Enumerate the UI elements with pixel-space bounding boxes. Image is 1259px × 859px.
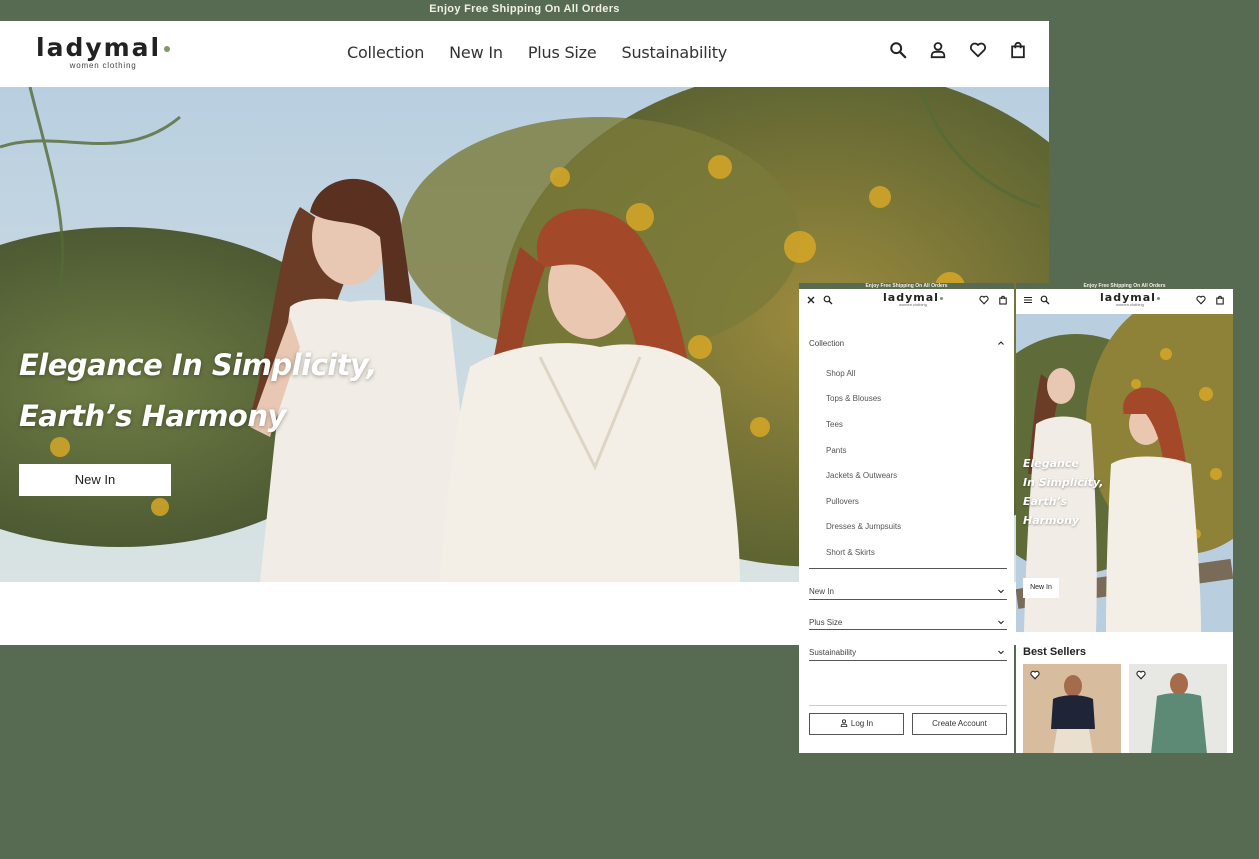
wishlist-heart-icon[interactable] [1030,670,1040,680]
hero-title-line-1: Elegance In Simplicity, [19,348,377,382]
menu-section-collection[interactable]: Collection [809,339,1007,348]
bag-icon[interactable] [1215,295,1225,305]
mobile-header: ladymal women clothing [1016,289,1233,313]
wishlist-heart-icon[interactable] [1136,670,1146,680]
menu-item-pants[interactable]: Pants [826,446,846,455]
mobile-hero-line-3: Earth’s [1023,495,1068,508]
site-header: ladymal women clothing Collection New In… [0,21,1049,87]
nav-plus-size[interactable]: Plus Size [528,43,597,62]
divider [809,629,1007,630]
log-in-label: Log In [850,719,874,728]
mobile-home-mockup: Enjoy Free Shipping On All Orders ladyma… [1016,283,1233,753]
divider [809,599,1007,600]
heart-icon[interactable] [1196,295,1206,305]
mobile-brand-logo[interactable]: ladymal women clothing [883,292,943,307]
heart-icon[interactable] [969,41,987,59]
bag-icon[interactable] [1009,41,1027,59]
logo-dot [939,296,943,300]
mobile-hero-line-2: In Simplicity, [1023,476,1104,489]
chevron-down-icon [997,587,1005,595]
mobile-header: ladymal women clothing [799,289,1014,313]
nav-new-in[interactable]: New In [449,43,503,62]
menu-section-label: Plus Size [809,618,843,627]
account-icon[interactable] [929,41,947,59]
menu-item-short-skirts[interactable]: Short & Skirts [826,548,875,557]
heart-icon[interactable] [979,295,989,305]
search-icon[interactable] [1040,295,1050,305]
account-icon [840,715,848,727]
menu-section-plus-size[interactable]: Plus Size [809,618,1007,627]
menu-item-tops-blouses[interactable]: Tops & Blouses [826,394,881,403]
menu-section-sustainability[interactable]: Sustainability [809,648,1007,657]
brand-tagline: women clothing [69,61,137,70]
product-card[interactable] [1129,664,1227,753]
chevron-down-icon [997,618,1005,626]
best-sellers-heading: Best Sellers [1023,646,1086,658]
menu-item-dresses-jumpsuits[interactable]: Dresses & Jumpsuits [826,522,901,531]
mobile-new-in-button[interactable]: New In [1023,578,1059,598]
new-in-button[interactable]: New In [19,464,171,496]
brand-name: ladymal [36,33,162,62]
mobile-menu-mockup: Enjoy Free Shipping On All Orders ladyma… [799,283,1014,753]
chevron-up-icon [997,339,1005,347]
log-in-button[interactable]: Log In [809,713,904,735]
close-icon[interactable] [806,295,816,305]
logo-dot [1156,296,1160,300]
announcement-bar: Enjoy Free Shipping On All Orders [0,0,1049,21]
search-icon[interactable] [889,41,907,59]
mobile-brand-logo[interactable]: ladymal women clothing [1100,292,1160,307]
menu-icon[interactable] [1023,295,1033,305]
menu-item-tees[interactable]: Tees [826,420,843,429]
menu-item-pullovers[interactable]: Pullovers [826,497,859,506]
bag-icon[interactable] [998,295,1008,305]
menu-item-jackets-outwears[interactable]: Jackets & Outwears [826,471,897,480]
menu-section-label: Collection [809,339,845,348]
product-card[interactable] [1023,664,1121,753]
mobile-hero-line-1: Elegance [1023,457,1079,470]
hero-title-line-2: Earth’s Harmony [19,399,286,433]
main-nav: Collection New In Plus Size Sustainabili… [347,43,727,62]
nav-sustainability[interactable]: Sustainability [622,43,728,62]
chevron-down-icon [997,648,1005,656]
header-icons [889,41,1027,59]
search-icon[interactable] [823,295,833,305]
menu-section-new-in[interactable]: New In [809,587,1007,596]
mobile-hero-line-4: Harmony [1023,514,1080,527]
menu-section-label: New In [809,587,834,596]
divider [809,660,1007,661]
create-account-button[interactable]: Create Account [912,713,1007,735]
divider [809,568,1007,569]
logo-dot [164,46,171,52]
divider [809,705,1007,706]
mobile-hero-banner: Elegance In Simplicity, Earth’s Harmony … [1016,314,1233,632]
menu-section-label: Sustainability [809,648,857,657]
nav-collection[interactable]: Collection [347,43,424,62]
brand-logo[interactable]: ladymal women clothing [36,33,171,70]
menu-item-shop-all[interactable]: Shop All [826,369,855,378]
